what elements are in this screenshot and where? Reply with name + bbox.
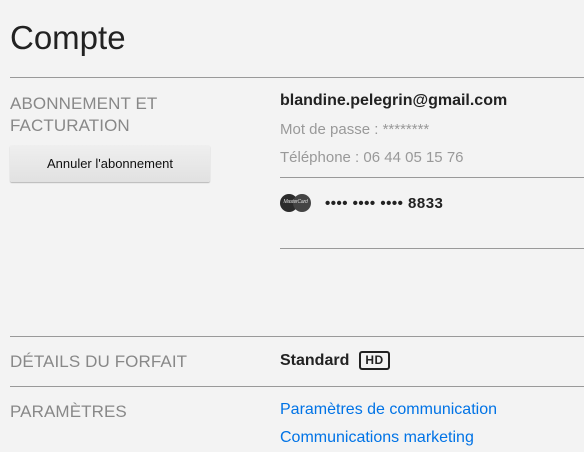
card-divider [280, 248, 584, 249]
billing-divider [280, 177, 584, 178]
marketing-communications-link[interactable]: Communications marketing [280, 429, 474, 447]
settings-divider [10, 386, 584, 387]
account-email: blandine.pelegrin@gmail.com [280, 92, 508, 109]
phone-row[interactable]: Téléphone : 06 44 05 15 76 [280, 149, 464, 166]
phone-label: Téléphone : [280, 149, 364, 166]
settings-section-label: PARAMÈTRES [10, 402, 127, 421]
title-divider [10, 77, 584, 78]
plan-name: Standard [280, 351, 350, 369]
communication-settings-link[interactable]: Paramètres de communication [280, 401, 497, 419]
membership-section-label: ABONNEMENT ET FACTURATION [10, 94, 158, 135]
plan-section-label: DÉTAILS DU FORFAIT [10, 352, 188, 371]
plan-divider [10, 336, 584, 337]
phone-value: 06 44 05 15 76 [363, 149, 464, 166]
cancel-membership-button[interactable]: Annuler l'abonnement [10, 145, 210, 182]
hd-badge: HD [359, 351, 390, 370]
password-row[interactable]: Mot de passe : ******** [280, 121, 429, 138]
plan-row: Standard HD [280, 351, 390, 370]
password-value: ******** [382, 121, 430, 138]
page-title: Compte [10, 19, 126, 56]
mastercard-icon-text: MasterCard [283, 198, 308, 205]
mastercard-icon: MasterCard [280, 193, 311, 212]
password-label: Mot de passe : [280, 121, 383, 138]
payment-card-row[interactable]: MasterCard •••• •••• •••• 8833 [280, 193, 443, 212]
card-number: •••• •••• •••• 8833 [325, 195, 444, 212]
